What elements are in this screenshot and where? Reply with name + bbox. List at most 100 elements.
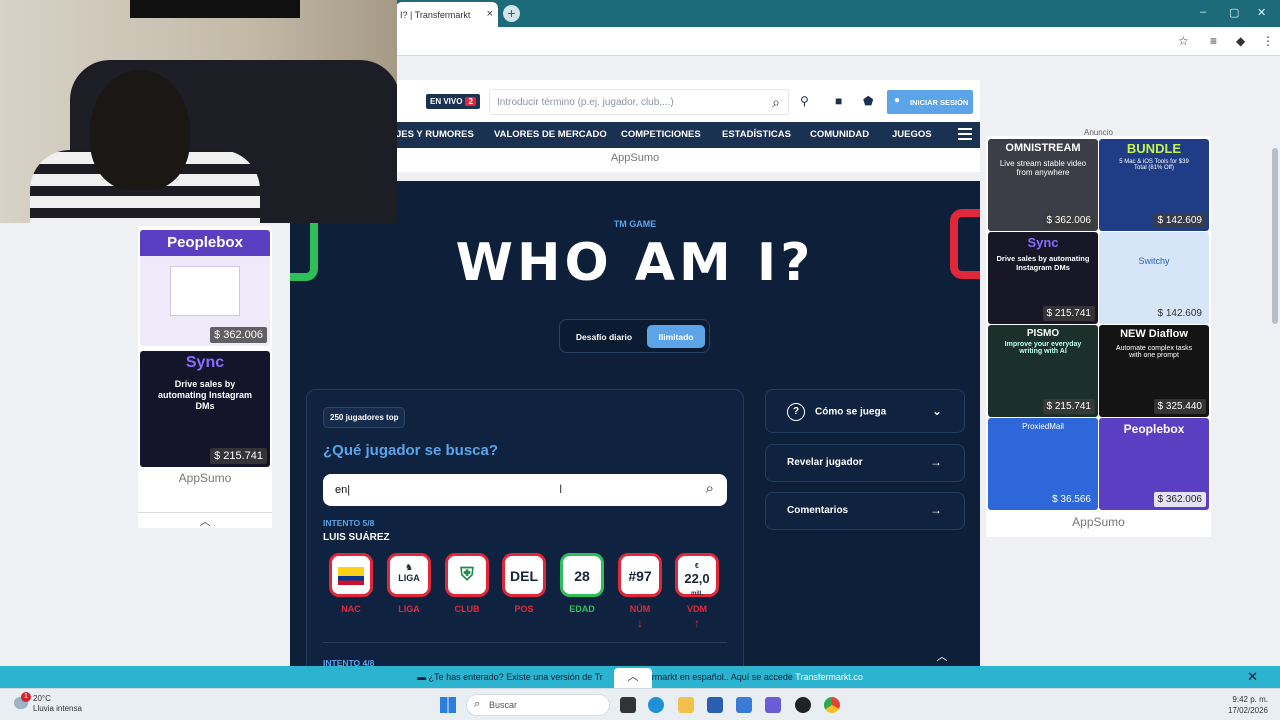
ad-subtitle: Automate complex tasks with one prompt bbox=[1115, 345, 1193, 359]
ad-switchy[interactable]: Switchy $ 142.609 bbox=[1099, 232, 1209, 324]
chevron-down-icon: ⌄ bbox=[931, 404, 942, 418]
steam-icon[interactable] bbox=[795, 697, 811, 713]
arrow-up-icon: ↑ bbox=[694, 616, 700, 630]
help-icon: ? bbox=[787, 403, 805, 421]
club-crest-icon: ⛨ bbox=[460, 564, 474, 584]
ad-proxiedmail[interactable]: ProxiedMail $ 36.566 bbox=[988, 418, 1098, 510]
browser-tab[interactable]: I? | Transfermarkt × bbox=[396, 2, 498, 27]
taskbar-search[interactable]: ⌕ Buscar bbox=[466, 694, 610, 716]
mail-icon[interactable] bbox=[736, 697, 752, 713]
weather-widget[interactable]: 20°C Lluvia intensa bbox=[33, 694, 82, 714]
teams-icon[interactable] bbox=[765, 697, 781, 713]
close-window-button[interactable]: ✕ bbox=[1257, 6, 1266, 19]
divider bbox=[323, 642, 727, 643]
ad-bundle[interactable]: BUNDLE 5 Mac & iOS Tools for $39 Total (… bbox=[1099, 139, 1209, 231]
search-icon[interactable]: ⌕ bbox=[772, 94, 780, 111]
guess-card: 250 jugadores top ¿Qué jugador se busca?… bbox=[306, 389, 744, 666]
bookmark-icon[interactable]: ■ bbox=[835, 94, 842, 108]
nav-item-juegos[interactable]: JUEGOS bbox=[892, 129, 932, 140]
ad-illustration bbox=[170, 266, 240, 316]
ad-title: NEW Diaflow bbox=[1120, 328, 1188, 340]
nav-item-competiciones[interactable]: COMPETICIONES bbox=[621, 129, 701, 140]
nav-item-comunidad[interactable]: COMUNIDAD bbox=[810, 129, 869, 140]
ad-peoplebox[interactable]: Peoplebox $ 362.006 bbox=[140, 230, 270, 346]
file-explorer-icon[interactable] bbox=[678, 697, 694, 713]
ad-price: $ 362.006 bbox=[1042, 213, 1095, 228]
mode-unlimited[interactable]: Ilimitado bbox=[647, 325, 705, 348]
reveal-player-button[interactable]: Revelar jugador → bbox=[765, 444, 965, 482]
minimize-button[interactable]: – bbox=[1200, 6, 1206, 18]
ad-omnistream[interactable]: OMNISTREAM Live stream stable video from… bbox=[988, 139, 1098, 231]
ad-title: Sync bbox=[1027, 235, 1059, 250]
tile-label-club: CLUB bbox=[454, 604, 480, 614]
ad-title: BUNDLE bbox=[1126, 141, 1182, 156]
ad-title: OMNISTREAM bbox=[1005, 142, 1081, 154]
scroll-top-icon[interactable]: ︿ bbox=[928, 648, 956, 666]
shield-icon[interactable]: ⬟ bbox=[863, 94, 873, 108]
tile-label-num: NÚM bbox=[629, 604, 651, 614]
store-icon[interactable] bbox=[707, 697, 723, 713]
nav-item-valores[interactable]: VALORES DE MERCADO bbox=[494, 129, 607, 140]
nav-item-estadisticas[interactable]: ESTADÍSTICAS bbox=[722, 129, 791, 140]
collapse-ads-button[interactable]: ︿ bbox=[138, 512, 272, 528]
windows-taskbar: 1 20°C Lluvia intensa ⌕ Buscar 9:42 p. m… bbox=[0, 688, 1280, 720]
chevron-up-icon[interactable]: ︿ bbox=[614, 668, 652, 688]
how-to-play-button[interactable]: ? Cómo se juega ⌄ bbox=[765, 389, 965, 433]
ad-price: $ 142.609 bbox=[1157, 308, 1203, 319]
comments-button[interactable]: Comentarios → bbox=[765, 492, 965, 530]
close-icon[interactable]: ✕ bbox=[1247, 669, 1258, 685]
reading-list-icon[interactable]: ≡ bbox=[1210, 34, 1217, 48]
ad-peoplebox[interactable]: Peoplebox $ 362.006 bbox=[1099, 418, 1209, 510]
system-clock[interactable]: 9:42 p. m. 17/02/2026 bbox=[1228, 694, 1268, 716]
ad-subtitle: Drive sales by automating Instagram DMs bbox=[996, 254, 1090, 272]
notification-link[interactable]: Transfermarkt.co bbox=[795, 672, 863, 682]
windows-start-icon[interactable] bbox=[440, 697, 456, 713]
nav-item-rumores[interactable]: JES Y RUMORES bbox=[396, 129, 474, 140]
webcam-person-head bbox=[90, 70, 190, 190]
ad-title: Peoplebox bbox=[1123, 422, 1185, 436]
ad-diaflow[interactable]: NEW Diaflow Automate complex tasks with … bbox=[1099, 325, 1209, 417]
reveal-label: Revelar jugador bbox=[787, 457, 863, 468]
menu-dots-icon[interactable]: ⋮ bbox=[1262, 34, 1274, 48]
bookmark-star-icon[interactable]: ☆ bbox=[1178, 34, 1189, 48]
ad-title: Sync bbox=[185, 354, 225, 371]
vdm-value: 22,0 bbox=[684, 571, 710, 586]
right-ad-grid: OMNISTREAM Live stream stable video from… bbox=[986, 136, 1211, 537]
pool-badge[interactable]: 250 jugadores top bbox=[323, 407, 406, 428]
tile-label-edad: EDAD bbox=[569, 604, 595, 614]
vdm-prefix: € bbox=[695, 563, 699, 570]
input-value: en bbox=[335, 484, 348, 496]
chrome-icon[interactable] bbox=[824, 697, 840, 713]
ad-sync[interactable]: Sync Drive sales by automating Instagram… bbox=[140, 351, 270, 467]
hamburger-menu-icon[interactable] bbox=[958, 128, 972, 140]
mode-daily[interactable]: Desafío diario bbox=[566, 325, 642, 348]
player-guess-input[interactable]: en| ⌕ bbox=[323, 474, 727, 506]
ad-subtitle: Improve your everyday writing with AI bbox=[1004, 341, 1082, 355]
notification-text: ¿Te has enterado? Existe una versión de … bbox=[428, 672, 603, 682]
maximize-button[interactable]: ▢ bbox=[1229, 6, 1239, 19]
task-view-icon[interactable] bbox=[620, 697, 636, 713]
edge-icon[interactable] bbox=[648, 697, 664, 713]
new-tab-button[interactable]: + bbox=[503, 5, 520, 22]
arrow-right-icon: → bbox=[930, 503, 942, 517]
tab-title: I? | Transfermarkt bbox=[400, 10, 471, 20]
extension-shield-icon[interactable]: ◆ bbox=[1236, 34, 1245, 48]
login-button[interactable]: ● INICIAR SESIÓN bbox=[887, 90, 973, 114]
webcam-overlay bbox=[0, 0, 397, 223]
ad-sync[interactable]: Sync Drive sales by automating Instagram… bbox=[988, 232, 1098, 324]
tile-age: 28 bbox=[560, 553, 604, 597]
user-search-icon[interactable]: ⚲ bbox=[800, 94, 809, 108]
live-label: EN VIVO bbox=[430, 97, 463, 106]
game-title: WHO AM I? bbox=[455, 233, 815, 293]
ad-footer[interactable]: AppSumo bbox=[138, 471, 272, 485]
live-badge[interactable]: EN VIVO 2 bbox=[426, 94, 480, 109]
site-search-input[interactable]: Introducir término (p.ej. jugador, club,… bbox=[489, 89, 789, 115]
ad-footer[interactable]: AppSumo bbox=[986, 515, 1211, 529]
tab-close-icon[interactable]: × bbox=[487, 8, 493, 20]
ad-pismo[interactable]: PISMO Improve your everyday writing with… bbox=[988, 325, 1098, 417]
vdm-suffix: mill. bbox=[690, 591, 703, 597]
page-scrollbar[interactable] bbox=[1272, 148, 1278, 324]
search-icon[interactable]: ⌕ bbox=[706, 480, 714, 497]
ad-subtitle: 5 Mac & iOS Tools for $39 Total (81% Off… bbox=[1119, 159, 1189, 171]
ad-title: PISMO bbox=[1026, 328, 1060, 339]
